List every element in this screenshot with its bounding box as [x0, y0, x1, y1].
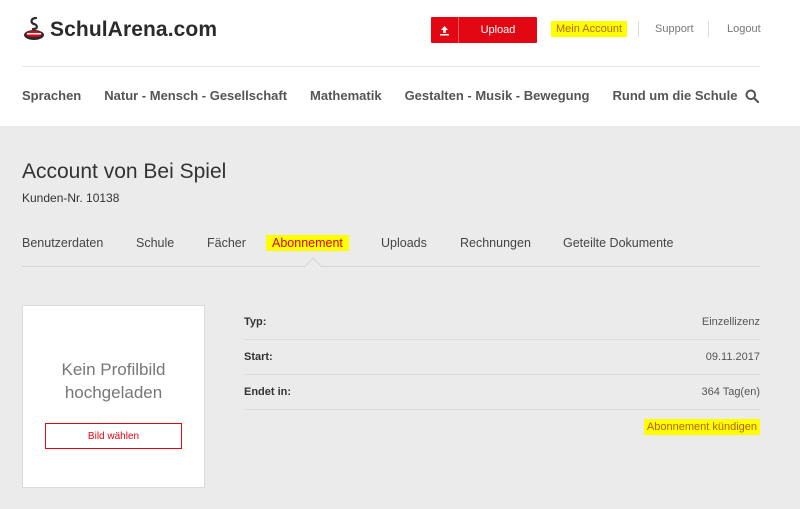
site-header: SchulArena.com Upload Mein Account Suppo… — [0, 0, 800, 126]
nav-item-rund-um[interactable]: Rund um die Schule — [612, 88, 737, 104]
profile-picture-card: Kein Profilbild hochgeladen Bild wählen — [22, 305, 205, 488]
nav-item-gestalten[interactable]: Gestalten - Musik - Bewegung — [405, 88, 590, 104]
upload-label: Upload — [480, 24, 516, 36]
page-title: Account von Bei Spiel — [22, 160, 227, 183]
info-row-typ: Typ: Einzellizenz — [244, 305, 760, 340]
search-icon[interactable] — [745, 89, 759, 103]
info-row-endet: Endet in: 364 Tag(en) — [244, 375, 760, 410]
subscription-info: Typ: Einzellizenz Start: 09.11.2017 Ende… — [244, 305, 760, 435]
tab-rechnungen[interactable]: Rechnungen — [460, 236, 531, 250]
nav-item-sprachen[interactable]: Sprachen — [22, 88, 81, 104]
header-divider — [22, 66, 760, 67]
info-label: Typ: — [244, 316, 267, 328]
tabs-divider — [22, 266, 760, 267]
account-main: Account von Bei Spiel Kunden-Nr. 10138 B… — [0, 126, 800, 509]
upload-button[interactable]: Upload — [431, 17, 537, 43]
logo[interactable]: SchulArena.com — [22, 12, 217, 48]
tab-schule[interactable]: Schule — [136, 236, 174, 250]
tab-abonnement[interactable]: Abonnement — [266, 235, 349, 251]
support-link[interactable]: Support — [655, 23, 694, 35]
mein-account-link[interactable]: Mein Account — [551, 21, 628, 37]
customer-number: Kunden-Nr. 10138 — [22, 191, 120, 205]
main-nav: Sprachen Natur - Mensch - Gesellschaft M… — [22, 88, 760, 104]
nav-item-mathematik[interactable]: Mathematik — [310, 88, 382, 104]
no-picture-text: Kein Profilbild hochgeladen — [61, 360, 166, 402]
tab-faecher[interactable]: Fächer — [207, 236, 246, 250]
info-label: Endet in: — [244, 386, 292, 398]
logo-icon — [24, 16, 44, 40]
logout-link[interactable]: Logout — [727, 23, 761, 35]
info-value: 364 Tag(en) — [701, 386, 760, 398]
upload-icon — [431, 17, 459, 43]
divider — [708, 21, 709, 37]
info-label: Start: — [244, 351, 273, 363]
info-row-start: Start: 09.11.2017 — [244, 340, 760, 375]
info-value: 09.11.2017 — [705, 351, 760, 363]
divider — [638, 21, 639, 37]
active-tab-caret — [304, 257, 322, 275]
nav-item-natur[interactable]: Natur - Mensch - Gesellschaft — [104, 88, 287, 104]
cancel-subscription-link[interactable]: Abonnement kündigen — [643, 419, 760, 435]
tab-benutzerdaten[interactable]: Benutzerdaten — [22, 236, 103, 250]
tab-geteilte-dokumente[interactable]: Geteilte Dokumente — [563, 236, 673, 250]
choose-picture-button[interactable]: Bild wählen — [45, 423, 182, 449]
info-value: Einzellizenz — [701, 316, 760, 328]
tab-uploads[interactable]: Uploads — [381, 236, 427, 250]
